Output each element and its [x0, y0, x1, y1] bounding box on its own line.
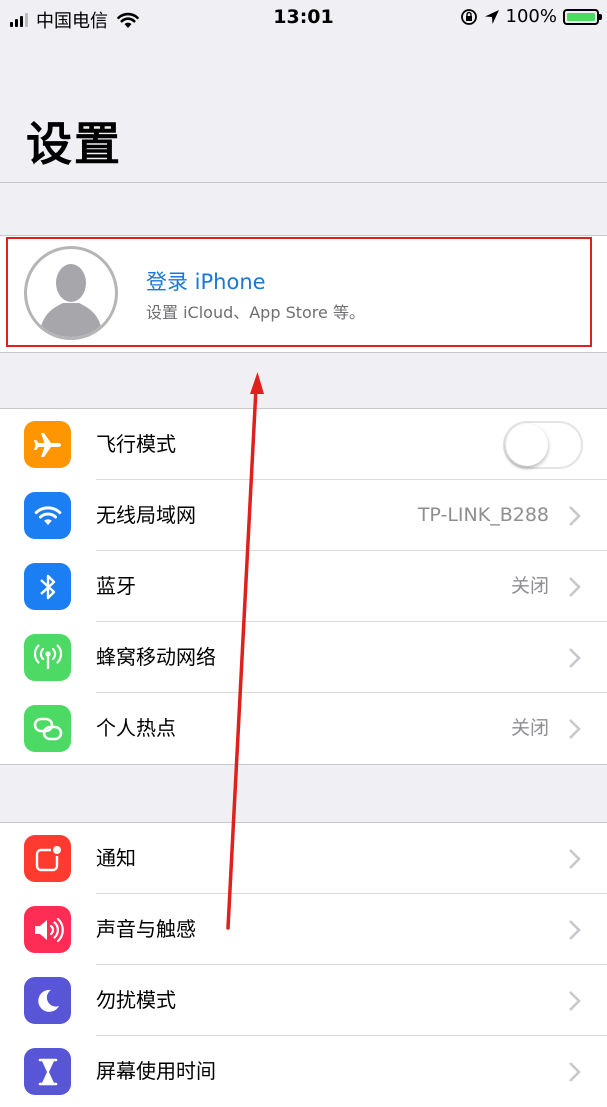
annotation-arrow — [226, 372, 264, 930]
